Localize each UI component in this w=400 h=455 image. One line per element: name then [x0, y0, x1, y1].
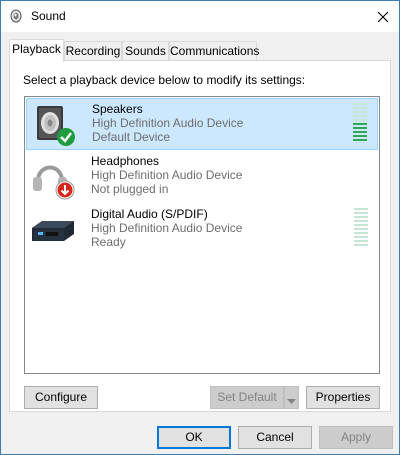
title-bar[interactable]: Sound — [1, 1, 399, 32]
device-name: Headphones — [91, 154, 160, 168]
green-check-icon — [57, 128, 75, 146]
level-segment — [353, 135, 367, 137]
digital-audio-device-icon — [32, 221, 74, 241]
window-title: Sound — [31, 9, 66, 23]
level-segment — [353, 119, 367, 121]
speaker-app-icon — [10, 9, 22, 23]
level-segment — [354, 212, 368, 214]
device-description: High Definition Audio Device — [91, 168, 243, 182]
device-digital-audio[interactable]: Digital Audio (S/PDIF) High Definition A… — [26, 204, 378, 256]
speaker-icon — [37, 106, 75, 146]
chevron-down-icon — [287, 398, 296, 404]
tab-communications[interactable]: Communications — [169, 41, 259, 61]
level-segment — [353, 107, 367, 109]
set-default-dropdown — [284, 386, 299, 409]
level-segment — [354, 232, 368, 234]
sound-dialog: Sound Playback Recording Sounds Communic… — [0, 0, 400, 455]
properties-button[interactable]: Properties — [306, 386, 380, 409]
tab-sounds[interactable]: Sounds — [122, 41, 169, 61]
level-segment — [353, 111, 367, 113]
device-status: Default Device — [92, 130, 171, 144]
ok-button[interactable]: OK — [157, 426, 231, 449]
set-default-button: Set Default — [210, 386, 284, 409]
volume-level-meter — [353, 103, 367, 143]
level-segment — [353, 103, 367, 105]
level-segment — [354, 228, 368, 230]
device-name: Digital Audio (S/PDIF) — [91, 207, 208, 221]
headphones-icon — [33, 165, 75, 200]
device-description: High Definition Audio Device — [91, 221, 243, 235]
level-segment — [353, 127, 367, 129]
device-status: Ready — [91, 235, 126, 249]
device-list[interactable]: Speakers High Definition Audio Device De… — [24, 96, 380, 374]
device-name: Speakers — [92, 102, 143, 116]
level-segment — [354, 216, 368, 218]
level-segment — [354, 244, 368, 246]
level-segment — [353, 131, 367, 133]
playback-panel: Select a playback device below to modify… — [9, 60, 391, 412]
configure-button[interactable]: Configure — [24, 386, 98, 409]
close-icon — [378, 11, 388, 22]
level-segment — [354, 208, 368, 210]
level-segment — [353, 123, 367, 125]
level-segment — [353, 115, 367, 117]
level-segment — [354, 224, 368, 226]
apply-button: Apply — [319, 426, 393, 449]
device-headphones[interactable]: Headphones High Definition Audio Device … — [26, 151, 378, 203]
device-speakers[interactable]: Speakers High Definition Audio Device De… — [26, 98, 378, 150]
cancel-button[interactable]: Cancel — [238, 426, 312, 449]
tab-playback[interactable]: Playback — [9, 39, 64, 62]
close-button[interactable] — [367, 1, 399, 32]
device-description: High Definition Audio Device — [92, 116, 244, 130]
device-status: Not plugged in — [91, 182, 169, 196]
instruction-text: Select a playback device below to modify… — [23, 73, 306, 87]
level-segment — [354, 236, 368, 238]
level-segment — [354, 220, 368, 222]
level-segment — [354, 240, 368, 242]
volume-level-meter — [354, 208, 368, 248]
level-segment — [353, 139, 367, 141]
tab-recording[interactable]: Recording — [64, 41, 122, 61]
